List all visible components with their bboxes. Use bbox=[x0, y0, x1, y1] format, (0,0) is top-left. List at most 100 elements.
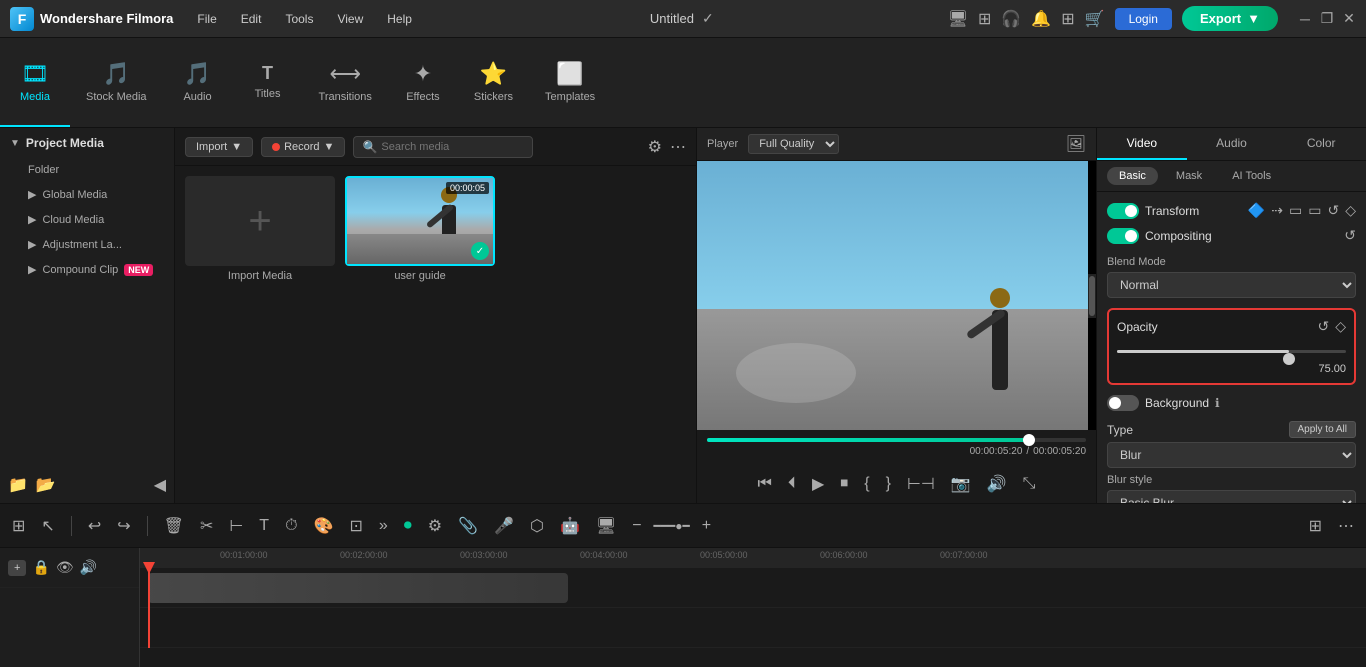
clip-split-button[interactable]: ⊢⊣ bbox=[904, 471, 938, 497]
blur-style-select[interactable]: Basic Blur Gaussian Lens bbox=[1107, 490, 1356, 503]
login-button[interactable]: Login bbox=[1115, 8, 1172, 30]
toolbar-titles[interactable]: T Titles bbox=[233, 38, 303, 127]
collapse-button[interactable]: ◀ bbox=[154, 475, 166, 495]
opacity-slider-thumb[interactable] bbox=[1283, 353, 1295, 365]
tl-record-button[interactable]: ⏺ bbox=[400, 514, 416, 538]
adjustment-layer-item[interactable]: ▶ Adjustment La... bbox=[0, 232, 174, 257]
playhead[interactable] bbox=[148, 568, 150, 648]
tl-ai-button[interactable]: 🤖 bbox=[556, 513, 584, 539]
transform-toggle[interactable] bbox=[1107, 203, 1139, 219]
tl-color-button[interactable]: 🎨 bbox=[310, 513, 338, 539]
mark-in-button[interactable]: { bbox=[861, 472, 872, 496]
tl-vol-up-button[interactable]: + bbox=[698, 514, 715, 538]
compound-clip-item[interactable]: ▶ Compound Clip NEW bbox=[0, 257, 174, 282]
search-input[interactable] bbox=[381, 141, 524, 153]
cloud-media-item[interactable]: ▶ Cloud Media bbox=[0, 207, 174, 232]
export-button[interactable]: Export ▼ bbox=[1182, 6, 1278, 31]
menu-file[interactable]: File bbox=[193, 10, 220, 28]
toolbar-audio[interactable]: 🎵 Audio bbox=[163, 38, 233, 127]
opacity-key-icon[interactable]: ◇ bbox=[1335, 318, 1346, 335]
import-media-card: + Import Media bbox=[185, 176, 335, 282]
opacity-reset-icon[interactable]: ↺ bbox=[1317, 318, 1329, 335]
compositing-reset-icon[interactable]: ↺ bbox=[1344, 227, 1356, 244]
tl-settings-button[interactable]: ⚙ bbox=[424, 513, 446, 539]
user-guide-thumb[interactable]: 00:00:05 ✓ bbox=[345, 176, 495, 266]
apply-to-all-button[interactable]: Apply to All bbox=[1289, 421, 1356, 438]
background-toggle[interactable] bbox=[1107, 395, 1139, 411]
tl-text-button[interactable]: T bbox=[255, 514, 273, 538]
tl-zoom-slider[interactable]: ━━━●━ bbox=[654, 519, 690, 533]
add-bin-button[interactable]: 📂 bbox=[36, 475, 56, 495]
stop-button[interactable]: ⏹ bbox=[837, 472, 851, 496]
transform-reset-icon[interactable]: ↺ bbox=[1327, 202, 1339, 219]
mark-out-button[interactable]: } bbox=[883, 472, 894, 496]
quality-select[interactable]: Full Quality Half Quality bbox=[748, 134, 839, 154]
tl-crop-button[interactable]: ⊡ bbox=[345, 513, 366, 539]
more-options-icon[interactable]: ⋯ bbox=[670, 137, 686, 157]
tl-eye-icon[interactable]: 👁 bbox=[56, 559, 74, 576]
global-media-item[interactable]: ▶ Global Media bbox=[0, 182, 174, 207]
tab-color[interactable]: Color bbox=[1276, 128, 1366, 160]
go-start-button[interactable]: ⏮ bbox=[755, 472, 775, 496]
tl-add-track-left-button[interactable]: + bbox=[8, 560, 26, 576]
tab-audio[interactable]: Audio bbox=[1187, 128, 1277, 160]
tl-delete-button[interactable]: 🗑 bbox=[160, 513, 188, 539]
audio-button[interactable]: 🔊 bbox=[984, 471, 1010, 497]
subtab-basic[interactable]: Basic bbox=[1107, 167, 1158, 185]
tl-more-options[interactable]: ⋯ bbox=[1334, 513, 1358, 539]
tl-more-button[interactable]: » bbox=[375, 514, 392, 538]
tab-video[interactable]: Video bbox=[1097, 128, 1187, 160]
tl-add-track-button[interactable]: ⊞ bbox=[8, 513, 29, 539]
scrubber-thumb[interactable] bbox=[1023, 434, 1035, 446]
record-button[interactable]: Record ▼ bbox=[261, 137, 345, 157]
subtab-ai-tools[interactable]: AI Tools bbox=[1220, 167, 1283, 185]
fit-screen-button[interactable]: ⤡ bbox=[1020, 472, 1039, 496]
tl-cut-button[interactable]: ✂ bbox=[196, 513, 217, 539]
tl-redo-button[interactable]: ↪ bbox=[113, 513, 134, 539]
toolbar-templates[interactable]: ⬜ Templates bbox=[529, 38, 611, 127]
close-button[interactable]: ✕ bbox=[1342, 12, 1356, 26]
toolbar-stickers[interactable]: ⭐ Stickers bbox=[458, 38, 529, 127]
tl-audio-icon[interactable]: 🔊 bbox=[80, 559, 97, 576]
filter-icon[interactable]: ⚙ bbox=[648, 137, 662, 157]
scrollbar-thumb[interactable] bbox=[1089, 276, 1095, 316]
tl-screen-button[interactable]: 🖥 bbox=[592, 513, 620, 539]
toolbar-transitions[interactable]: ⟷ Transitions bbox=[303, 38, 388, 127]
tl-undo-button[interactable]: ↩ bbox=[84, 513, 105, 539]
menu-tools[interactable]: Tools bbox=[281, 10, 317, 28]
track-clip-1[interactable] bbox=[148, 573, 568, 603]
blend-mode-select[interactable]: Normal Dissolve Darken Multiply bbox=[1107, 272, 1356, 298]
menu-help[interactable]: Help bbox=[383, 10, 416, 28]
import-media-thumb[interactable]: + bbox=[185, 176, 335, 266]
tl-mic-button[interactable]: 🎤 bbox=[490, 513, 518, 539]
toolbar-stock-media[interactable]: 🎵 Stock Media bbox=[70, 38, 163, 127]
blur-type-select[interactable]: Blur Mosaic Color bbox=[1107, 442, 1356, 468]
transform-key-icon[interactable]: ◇ bbox=[1345, 202, 1356, 219]
tl-speed-button[interactable]: ⏱ bbox=[281, 514, 301, 538]
snapshot-button[interactable]: 📷 bbox=[948, 471, 974, 497]
tl-trim-button[interactable]: ⊢ bbox=[225, 513, 247, 539]
import-button[interactable]: Import ▼ bbox=[185, 137, 253, 157]
toolbar-effects[interactable]: ✦ Effects bbox=[388, 38, 458, 127]
add-folder-button[interactable]: 📁 bbox=[8, 475, 28, 495]
tl-grid-button[interactable]: ⊞ bbox=[1305, 513, 1326, 539]
tl-clip-button[interactable]: 📎 bbox=[454, 513, 482, 539]
scrubber-track[interactable] bbox=[707, 438, 1086, 442]
tl-track-btn[interactable]: ⬡ bbox=[526, 513, 548, 539]
step-back-button[interactable]: ⏴ bbox=[785, 472, 799, 496]
maximize-button[interactable]: ❐ bbox=[1320, 12, 1334, 26]
tl-vol-down-button[interactable]: − bbox=[628, 514, 645, 538]
folder-item[interactable]: Folder bbox=[0, 158, 174, 182]
compositing-toggle[interactable] bbox=[1107, 228, 1139, 244]
menu-edit[interactable]: Edit bbox=[237, 10, 266, 28]
play-button[interactable]: ▶ bbox=[809, 471, 827, 497]
opacity-slider[interactable] bbox=[1117, 341, 1346, 361]
project-media-header[interactable]: ▼ Project Media bbox=[0, 128, 174, 158]
subtab-mask[interactable]: Mask bbox=[1164, 167, 1214, 185]
toolbar-media[interactable]: 🎞 Media bbox=[0, 38, 70, 127]
menu-view[interactable]: View bbox=[333, 10, 367, 28]
minimize-button[interactable]: ─ bbox=[1298, 12, 1312, 26]
player-settings-icon[interactable]: 🖼 bbox=[1066, 134, 1086, 154]
tl-lock-icon[interactable]: 🔒 bbox=[32, 559, 49, 576]
tl-select-button[interactable]: ↖ bbox=[37, 513, 58, 539]
